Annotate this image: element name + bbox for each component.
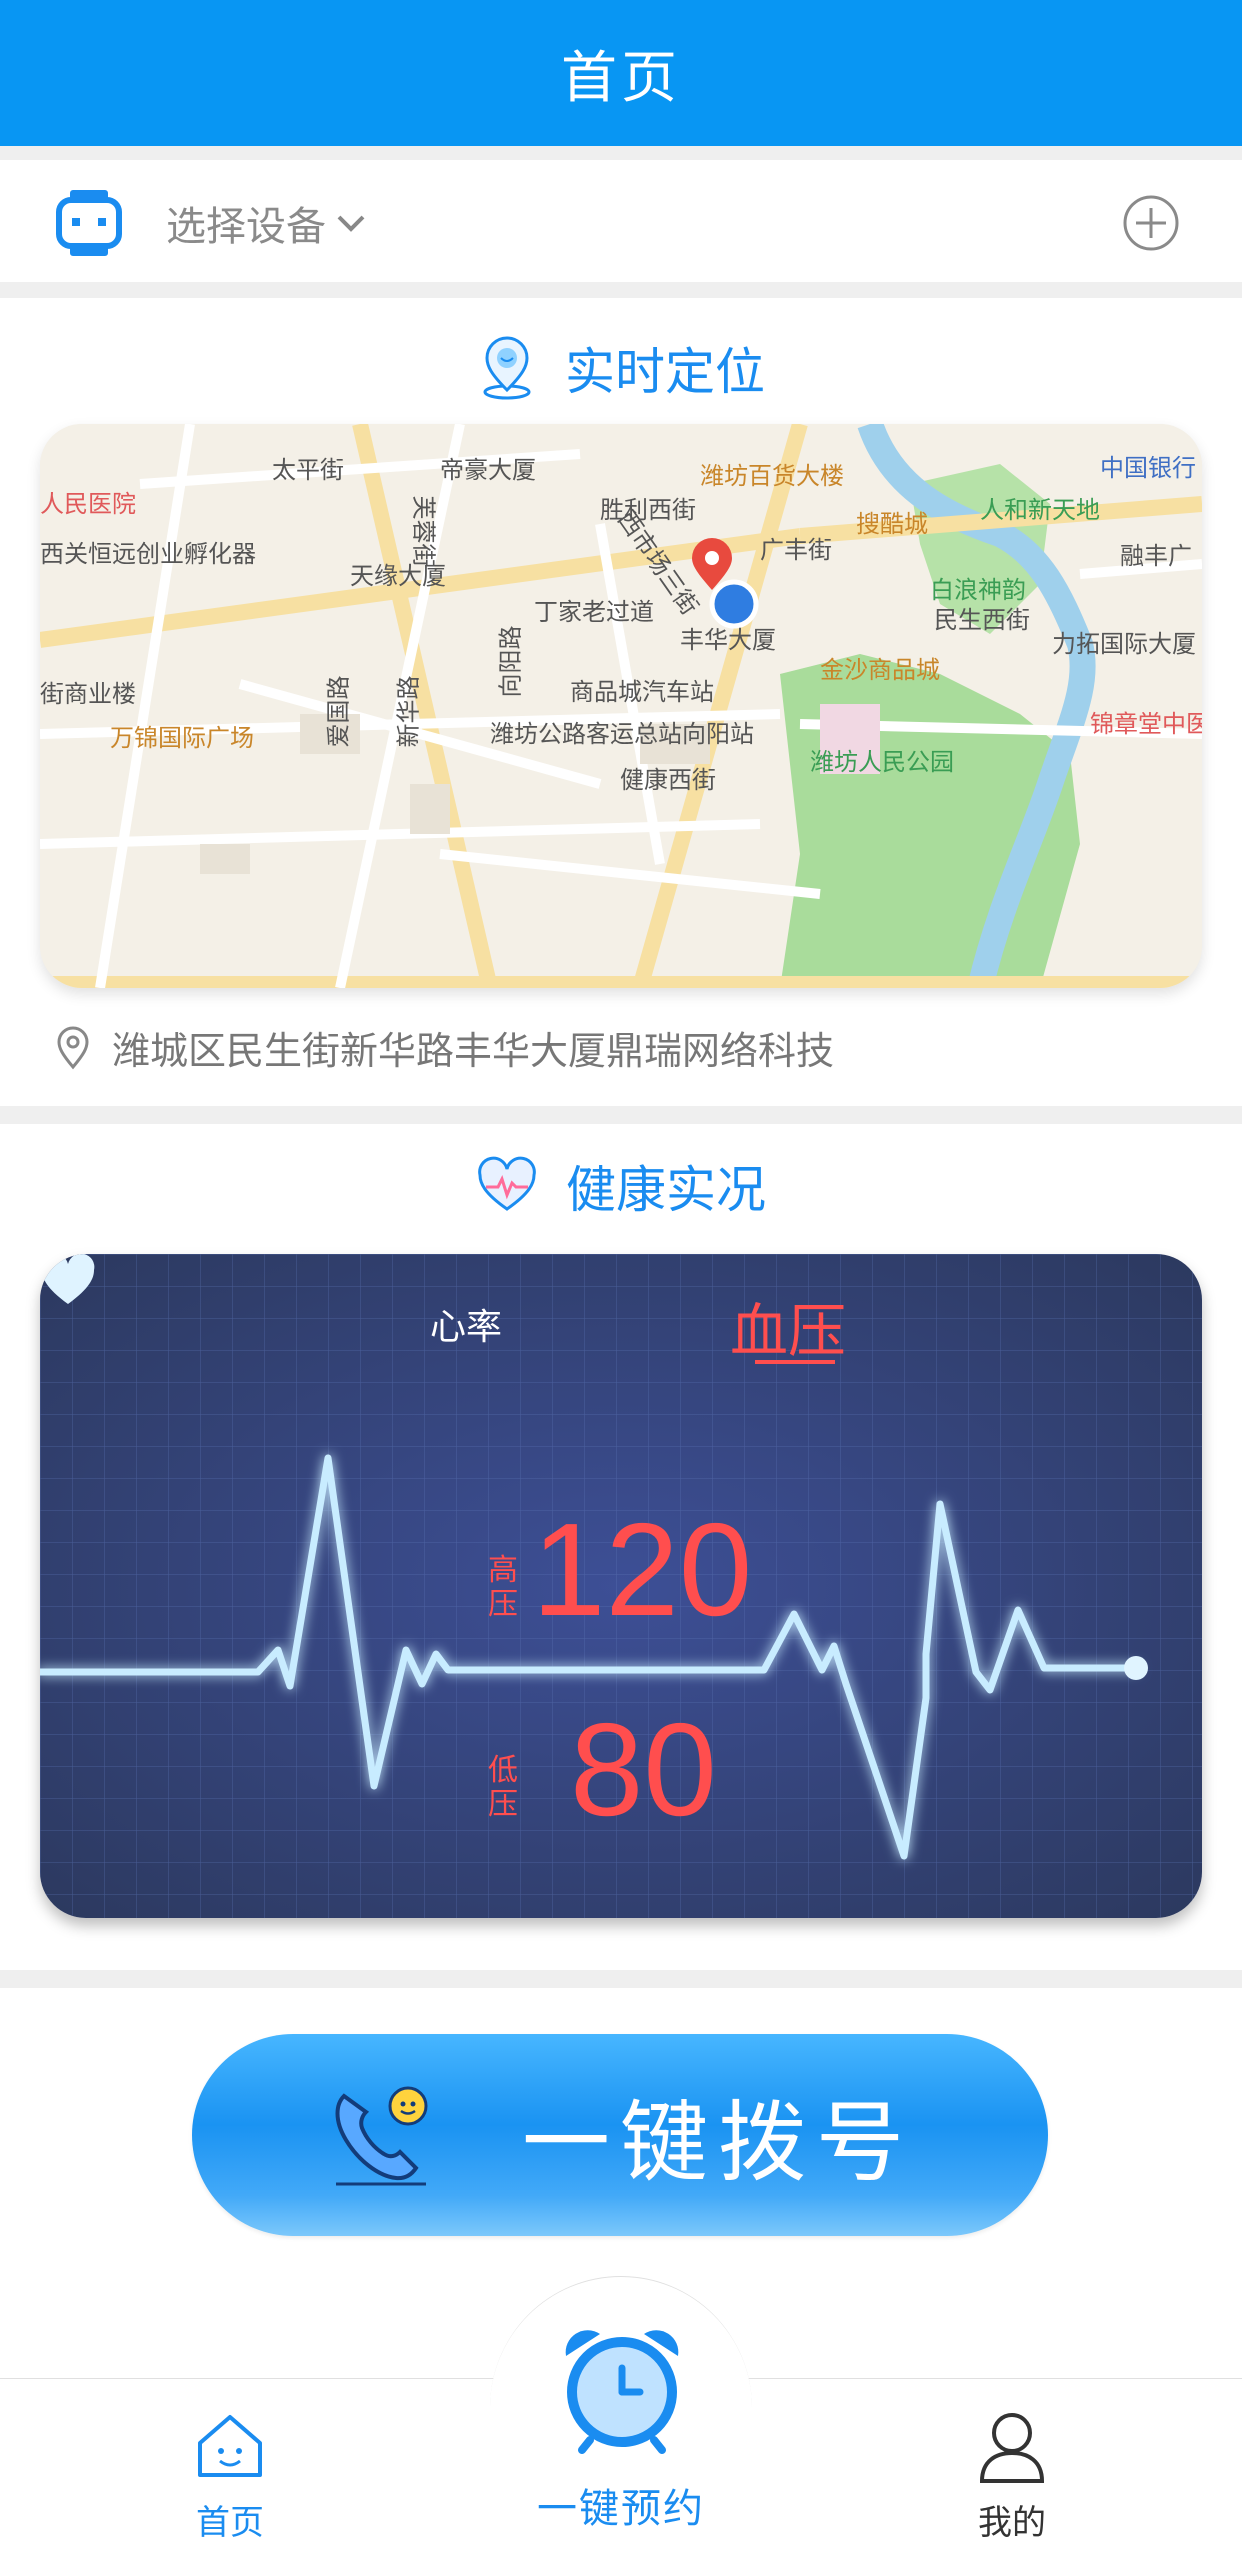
map-label: 太平街 (272, 456, 344, 484)
map-label: 西关恒远创业孵化器 (40, 540, 256, 568)
home-icon (198, 2415, 262, 2477)
map-label: 帝豪大厦 (440, 456, 536, 484)
map-label: 街商业楼 (40, 680, 136, 708)
map-view[interactable]: 太平街 帝豪大厦 潍坊百货大楼 中国银行 人民医院 胜利西街 搜酷城 人和新天地… (40, 424, 1202, 988)
nav-appointment-label[interactable]: 一键预约 (500, 2476, 742, 2534)
map-label: 万锦国际广场 (110, 724, 254, 752)
health-section: 健康实况 心率 血压 高压 120 低压 80 (0, 1124, 1242, 1970)
map-label: 向阳路 (496, 625, 525, 698)
nav-mine[interactable]: 我的 (912, 2379, 1112, 2550)
user-icon (979, 2413, 1045, 2483)
watch-icon[interactable] (56, 188, 122, 258)
map-label: 丁家老过道 (534, 598, 654, 626)
page-title: 首页 (0, 0, 1242, 146)
heart-monitor-icon (478, 1156, 536, 1211)
low-pressure-value: 80 (570, 1696, 717, 1843)
tab-blood-pressure[interactable]: 血压 (730, 1284, 846, 1368)
location-marker-icon (57, 1026, 89, 1069)
map-label: 潍坊人民公园 (810, 748, 954, 776)
low-pressure-label: 低压 (488, 1753, 518, 1822)
map-label: 丰华大厦 (680, 626, 776, 654)
select-device-dropdown[interactable]: 选择设备 (166, 194, 366, 252)
map-label: 潍坊公路客运总站向阳站 (490, 720, 754, 748)
map-label: 健康西街 (620, 766, 716, 794)
health-title: 健康实况 (0, 1146, 1242, 1226)
map-label: 广丰街 (760, 536, 832, 564)
alarm-clock-icon[interactable] (556, 2322, 688, 2454)
nav-home-label: 首页 (196, 2503, 264, 2543)
nav-mine-label: 我的 (978, 2503, 1046, 2543)
tab-heart-rate[interactable]: 心率 (430, 1298, 502, 1350)
map-label: 芙蓉街 (409, 495, 438, 568)
location-section: 实时定位 太平街 帝豪大厦 潍坊百货大楼 中国银行 人民医院 胜利西街 搜酷城 … (0, 298, 1242, 1106)
map-label: 民生西街 (934, 606, 1030, 634)
phone-icon (335, 2086, 428, 2186)
select-device-label: 选择设备 (166, 204, 326, 250)
health-title-text: 健康实况 (566, 1161, 766, 1219)
map-label: 人和新天地 (980, 496, 1100, 524)
nav-home[interactable]: 首页 (130, 2379, 330, 2550)
one-key-dial-button[interactable]: 一键拨号 (192, 2034, 1048, 2236)
plus-circle-icon[interactable] (1122, 194, 1180, 252)
one-key-dial-label: 一键拨号 (521, 2090, 914, 2194)
address-row: 潍城区民生街新华路丰华大厦鼎瑞网络科技 (56, 1020, 834, 1075)
device-selector-row: 选择设备 (0, 160, 1242, 282)
map-label: 爱国路 (324, 675, 353, 748)
tab-active-indicator (755, 1360, 835, 1364)
location-pin-icon (483, 336, 531, 400)
map-label: 锦章堂中医 (1090, 710, 1202, 738)
chevron-down-icon (337, 215, 365, 232)
map-label: 力拓国际大厦 (1052, 630, 1196, 658)
map-label: 人民医院 (40, 490, 136, 518)
address-text: 潍城区民生街新华路丰华大厦鼎瑞网络科技 (112, 1029, 835, 1073)
heart-icon[interactable] (40, 1254, 96, 1306)
map-label: 融丰广 (1120, 542, 1192, 570)
high-pressure-value: 120 (532, 1496, 753, 1643)
health-panel: 心率 血压 高压 120 低压 80 (40, 1254, 1202, 1918)
map-label: 潍坊百货大楼 (700, 462, 844, 490)
map-label: 金沙商品城 (820, 656, 940, 684)
location-title: 实时定位 (0, 328, 1242, 408)
map-label: 新华路 (394, 675, 423, 748)
map-label: 搜酷城 (856, 510, 928, 538)
map-label: 商品城汽车站 (570, 678, 714, 706)
high-pressure-label: 高压 (488, 1553, 518, 1622)
location-title-text: 实时定位 (565, 343, 765, 401)
map-label: 中国银行 (1100, 454, 1196, 482)
